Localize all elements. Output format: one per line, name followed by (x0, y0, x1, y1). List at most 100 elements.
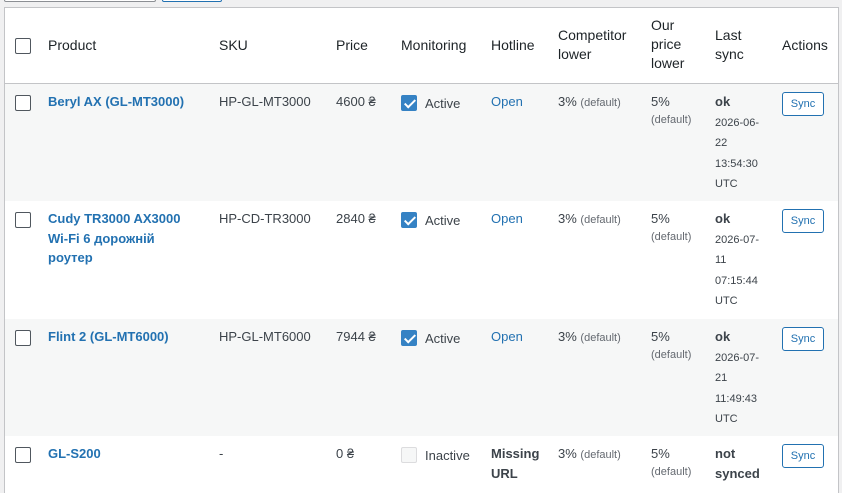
sync-timestamp-line3: 07:15:44 (715, 274, 758, 287)
product-price: 2840 ₴ (336, 211, 376, 226)
monitoring-checkbox[interactable] (401, 330, 417, 346)
product-name-link[interactable]: Cudy TR3000 AX3000 Wi-Fi 6 дорожній роут… (48, 209, 180, 268)
our-default-note: (default) (651, 114, 692, 126)
last-sync-cell: ok 2026-06- 22 13:54:30 UTC (715, 92, 759, 195)
product-name-link[interactable]: Beryl AX (GL-MT3000) (48, 92, 184, 112)
product-name-line1[interactable]: Cudy TR3000 AX3000 (48, 209, 180, 229)
sync-button[interactable]: Sync (782, 92, 824, 116)
table-row: Flint 2 (GL-MT6000) HP-GL-MT6000 7944 ₴ … (5, 319, 838, 436)
last-sync-cell: ok 2026-07- 21 11:49:43 UTC (715, 327, 759, 430)
competitor-percent: 3% (558, 94, 577, 109)
product-name-line2[interactable]: Wi-Fi 6 дорожній (48, 229, 180, 249)
our-default-note: (default) (651, 466, 692, 478)
col-competitor-lower: Competitor lower (558, 26, 626, 64)
products-table: Product SKU Price Monitoring Hotline Com… (4, 7, 839, 493)
col-our-price-lower: Our price lower (651, 16, 684, 73)
sync-timestamp-line3: 13:54:30 (715, 157, 758, 170)
monitoring-checkbox[interactable] (401, 447, 417, 463)
hotline-open-link[interactable]: Open (491, 209, 523, 228)
our-percent: 5% (651, 329, 670, 344)
table-row: Beryl AX (GL-MT3000) HP-GL-MT3000 4600 ₴… (5, 84, 838, 201)
row-checkbox[interactable] (15, 330, 31, 346)
competitor-default-note: (default) (580, 449, 621, 461)
product-sku: HP-GL-MT6000 (219, 329, 311, 344)
our-price-lower-value: 5% (default) (651, 209, 691, 247)
hotline-open-link[interactable]: Open (491, 327, 523, 346)
product-name-line3[interactable]: роутер (48, 248, 180, 268)
sync-timestamp-line4: UTC (715, 295, 738, 307)
our-percent: 5% (651, 446, 670, 461)
monitoring-checkbox[interactable] (401, 212, 417, 228)
sync-timestamp-line3: 11:49:43 (715, 392, 758, 405)
sync-timestamp-line4: UTC (715, 413, 738, 425)
table-header: Product SKU Price Monitoring Hotline Com… (5, 8, 838, 84)
competitor-percent: 3% (558, 329, 577, 344)
col-price[interactable]: Price (336, 36, 368, 55)
sync-timestamp-line2: 21 (715, 372, 728, 384)
competitor-lower-value: 3% (default) (558, 444, 621, 465)
product-sku: HP-CD-TR3000 (219, 211, 311, 226)
competitor-percent: 3% (558, 211, 577, 226)
last-sync-cell: not synced (715, 444, 760, 484)
competitor-lower-value: 3% (default) (558, 209, 621, 230)
competitor-default-note: (default) (580, 214, 621, 226)
monitoring-label: Inactive (425, 448, 470, 463)
select-all-checkbox[interactable] (15, 38, 31, 54)
sync-status-line1: not (715, 446, 736, 461)
sync-status: ok (715, 94, 731, 109)
last-sync-cell: ok 2026-07- 11 07:15:44 UTC (715, 209, 759, 312)
col-sku[interactable]: SKU (219, 36, 248, 55)
our-percent: 5% (651, 211, 670, 226)
our-price-lower-value: 5% (default) (651, 327, 691, 365)
our-default-note: (default) (651, 231, 692, 243)
competitor-lower-value: 3% (default) (558, 327, 621, 348)
col-product[interactable]: Product (48, 36, 96, 55)
product-sku: - (219, 446, 224, 461)
competitor-default-note: (default) (580, 97, 621, 109)
col-competitor-lower-line1: Competitor (558, 27, 627, 43)
competitor-lower-value: 3% (default) (558, 92, 621, 113)
product-price: 0 ₴ (336, 446, 355, 461)
our-percent: 5% (651, 94, 670, 109)
our-price-lower-value: 5% (default) (651, 444, 691, 482)
product-name-link[interactable]: GL-S200 (48, 444, 101, 464)
sync-timestamp-line1: 2026-07- (715, 351, 760, 364)
monitoring-checkbox[interactable] (401, 95, 417, 111)
monitoring-label: Active (425, 96, 461, 111)
filter-select-stub[interactable] (4, 0, 156, 2)
sync-timestamp-line1: 2026-07- (715, 233, 760, 246)
sync-timestamp-line2: 11 (715, 254, 727, 266)
sync-button[interactable]: Sync (782, 444, 824, 468)
product-name-link[interactable]: Flint 2 (GL-MT6000) (48, 327, 169, 347)
col-our-price-lower-line2: price (651, 36, 682, 52)
col-last-sync: Last sync (715, 26, 744, 64)
product-price: 4600 ₴ (336, 94, 376, 109)
col-monitoring: Monitoring (401, 37, 467, 53)
row-checkbox[interactable] (15, 95, 31, 111)
sync-button[interactable]: Sync (782, 209, 824, 233)
hotline-missing-url: Missing URL (491, 444, 539, 484)
sync-status: ok (715, 211, 731, 226)
competitor-percent: 3% (558, 446, 577, 461)
filter-button-stub[interactable] (162, 0, 222, 2)
our-default-note: (default) (651, 349, 692, 361)
row-checkbox[interactable] (15, 212, 31, 228)
hotline-missing-line2: URL (491, 466, 518, 481)
col-last-sync-line1: Last (715, 27, 742, 43)
col-competitor-lower-line2: lower (558, 46, 592, 62)
sync-status-line2: synced (715, 466, 760, 481)
table-row: Cudy TR3000 AX3000 Wi-Fi 6 дорожній роут… (5, 201, 838, 319)
competitor-default-note: (default) (580, 332, 621, 344)
col-last-sync-line2: sync (715, 46, 744, 62)
sync-status: ok (715, 329, 731, 344)
sync-button[interactable]: Sync (782, 327, 824, 351)
hotline-open-link[interactable]: Open (491, 92, 523, 111)
monitoring-label: Active (425, 213, 461, 228)
sync-timestamp-line4: UTC (715, 178, 738, 190)
row-checkbox[interactable] (15, 447, 31, 463)
sync-timestamp-line1: 2026-06- (715, 116, 760, 129)
col-our-price-lower-line1: Our (651, 17, 675, 33)
our-price-lower-value: 5% (default) (651, 92, 691, 130)
col-hotline: Hotline (491, 37, 535, 53)
col-actions: Actions (782, 37, 828, 53)
